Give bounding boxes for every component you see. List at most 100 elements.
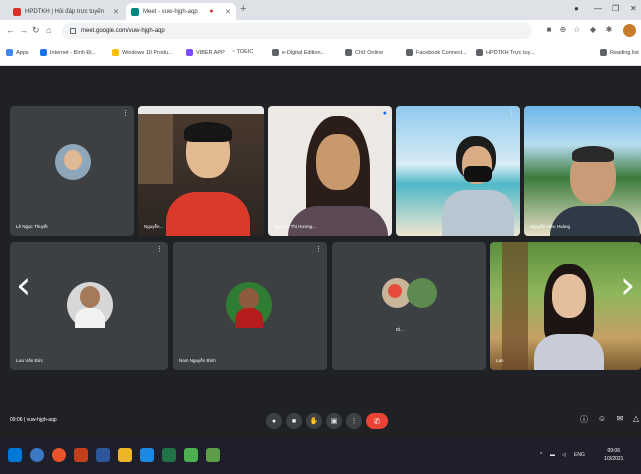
participant-tile[interactable]: ⋮ Nam Nguyễn Bình — [173, 242, 327, 370]
edge-browser-icon[interactable] — [30, 448, 44, 462]
windows-taskbar: ^ ▬ ◁ ENG 09:06 1/3/2021 — [0, 438, 641, 474]
volume-icon[interactable]: ◁ — [562, 452, 566, 458]
chat-icon[interactable]: ✉ — [614, 414, 626, 426]
activities-icon[interactable]: △ — [630, 414, 641, 426]
site-favicon-icon — [186, 49, 193, 56]
meeting-details: 09:06 | vuw-hjgh-aqp — [10, 417, 57, 423]
extension-icon[interactable]: ◆ — [588, 25, 598, 35]
bookmark-label: Facebook Connect... — [416, 49, 467, 56]
camera-icon[interactable]: ■ — [286, 413, 302, 429]
site-favicon-icon — [476, 49, 483, 56]
meeting-info-icon[interactable]: ⓘ — [578, 414, 590, 426]
participant-shirt — [534, 334, 604, 370]
tray-chevron-icon[interactable]: ^ — [540, 452, 542, 458]
window-close-icon[interactable]: ✕ — [630, 4, 637, 13]
reload-icon[interactable]: ↻ — [32, 25, 40, 36]
tab-hpdtkh[interactable]: HPDTKH | Hỏi đáp trực tuyến ✕ — [8, 3, 124, 20]
site-favicon-icon — [345, 49, 352, 56]
participant-hair — [572, 146, 614, 162]
tab-label: HPDTKH | Hỏi đáp trực tuyến — [25, 8, 104, 15]
bookmark-internet[interactable]: Internet - Bình Đị... — [40, 49, 96, 56]
participant-tile[interactable]: ⋮ Lê Ngọc Thuyết — [10, 106, 134, 236]
bookmark-label: HPDTKH Trực tuy... — [486, 49, 535, 56]
bookmark-toeic[interactable]: ~ TOEIC — [232, 49, 253, 55]
bookmark-reading-list[interactable]: Reading list — [600, 49, 639, 56]
bookmark-edigital[interactable]: e-Digital Edition... — [272, 49, 325, 56]
taskbar-clock[interactable]: 09:06 1/3/2021 — [604, 447, 623, 463]
app-icon[interactable] — [206, 448, 220, 462]
profile-avatar[interactable] — [623, 24, 636, 37]
tree-trunk — [502, 242, 528, 370]
site-favicon-icon — [272, 49, 279, 56]
close-icon[interactable]: ✕ — [109, 8, 119, 16]
zoom-icon[interactable]: ⊕ — [558, 25, 568, 35]
participant-name: Nguyễn... — [144, 224, 164, 229]
meet-control-bar: 09:06 | vuw-hjgh-aqp ● ■ ✋ ▣ ⋮ ✆ ⓘ ☺ ✉ △ — [0, 405, 641, 438]
participant-name: Lê Ngọc Thuyết — [16, 224, 48, 229]
close-icon[interactable]: ✕ — [221, 8, 231, 16]
minimize-icon[interactable]: — — [594, 4, 602, 13]
next-page-arrow[interactable]: › — [620, 266, 635, 304]
folder-icon — [112, 49, 119, 56]
participant-video-tile[interactable]: ⋮ — [396, 106, 520, 236]
participant-tile[interactable]: Dl... — [332, 242, 486, 370]
participant-avatar — [407, 278, 437, 308]
participant-video-tile[interactable]: Nguyễn Hữu Hoàng — [524, 106, 641, 236]
tab-search-icon[interactable]: ● — [574, 4, 579, 13]
file-explorer-icon[interactable] — [118, 448, 132, 462]
more-options-icon[interactable]: ⋮ — [346, 413, 362, 429]
participant-video-tile[interactable]: ● Nguyễn Thị Hương... — [268, 106, 392, 236]
tab-meet[interactable]: Meet - vuw-hjgh-aqp ● ✕ — [126, 3, 236, 20]
participant-video-tile[interactable]: Nguyễn... — [138, 106, 264, 236]
bookmarks-bar: Apps Internet - Bình Đị... Windows 10 Pr… — [0, 42, 641, 66]
language-indicator[interactable]: ENG — [574, 452, 585, 458]
bookmark-viber[interactable]: VIBER APP — [186, 49, 225, 56]
participant-name: Nguyễn Hữu Hoàng — [530, 224, 571, 229]
bookmark-facebook[interactable]: Facebook Connect... — [406, 49, 467, 56]
end-call-button[interactable]: ✆ — [366, 413, 388, 429]
face-mask — [464, 166, 492, 182]
powerpoint-icon[interactable] — [74, 448, 88, 462]
participant-face — [552, 274, 586, 318]
word-icon[interactable] — [96, 448, 110, 462]
forward-icon[interactable]: → — [19, 25, 28, 35]
bookmark-star-icon[interactable]: ☆ — [572, 25, 582, 35]
more-options-icon[interactable]: ⋮ — [156, 246, 163, 253]
people-icon[interactable]: ☺ — [596, 414, 608, 426]
bookmark-label: VIBER APP — [196, 49, 225, 56]
bookmark-hpdtkh[interactable]: HPDTKH Trực tuy... — [476, 49, 535, 56]
avatar-face — [80, 286, 100, 308]
home-icon[interactable]: ⌂ — [46, 25, 51, 35]
extensions-puzzle-icon[interactable]: ✱ — [604, 25, 614, 35]
previous-page-arrow[interactable]: ‹ — [16, 266, 31, 304]
apps-grid-icon — [6, 49, 13, 56]
site-favicon-icon — [40, 49, 47, 56]
microphone-icon[interactable]: ● — [266, 413, 282, 429]
bookmark-apps[interactable]: Apps — [6, 49, 29, 56]
participant-tile[interactable]: ⋮ Lưu Văn Đức — [10, 242, 168, 370]
excel-icon[interactable] — [162, 448, 176, 462]
meet-stage: ⋮ Lê Ngọc Thuyết Nguyễn... ● Nguyễn Thị … — [0, 66, 641, 438]
present-screen-icon[interactable]: ▣ — [326, 413, 342, 429]
more-options-icon[interactable]: ⋮ — [508, 110, 515, 117]
address-bar[interactable]: meet.google.com/vuw-hjgh-aqp — [62, 23, 532, 39]
bookshelf — [138, 114, 173, 184]
speaking-indicator-icon: ● — [382, 110, 387, 117]
network-icon[interactable]: ▬ — [550, 452, 555, 458]
chrome-browser-icon[interactable] — [52, 448, 66, 462]
camera-in-use-icon[interactable]: ■ — [544, 25, 554, 35]
bookmark-windows[interactable]: Windows 10 Produ... — [112, 49, 173, 56]
bookmark-chu-online[interactable]: Chữ Online — [345, 49, 383, 56]
tab-label: Meet - vuw-hjgh-aqp — [143, 8, 198, 15]
more-options-icon[interactable]: ⋮ — [315, 246, 322, 253]
app-icon[interactable] — [140, 448, 154, 462]
raise-hand-icon[interactable]: ✋ — [306, 413, 322, 429]
bookmark-label: Chữ Online — [355, 49, 384, 56]
more-options-icon[interactable]: ⋮ — [122, 110, 129, 117]
start-windows-icon[interactable] — [8, 448, 22, 462]
new-tab-button[interactable]: + — [240, 3, 246, 15]
maximize-icon[interactable]: ❐ — [612, 4, 619, 13]
app-icon[interactable] — [184, 448, 198, 462]
back-icon[interactable]: ← — [6, 25, 15, 35]
participant-video-tile[interactable]: Lan — [490, 242, 641, 370]
